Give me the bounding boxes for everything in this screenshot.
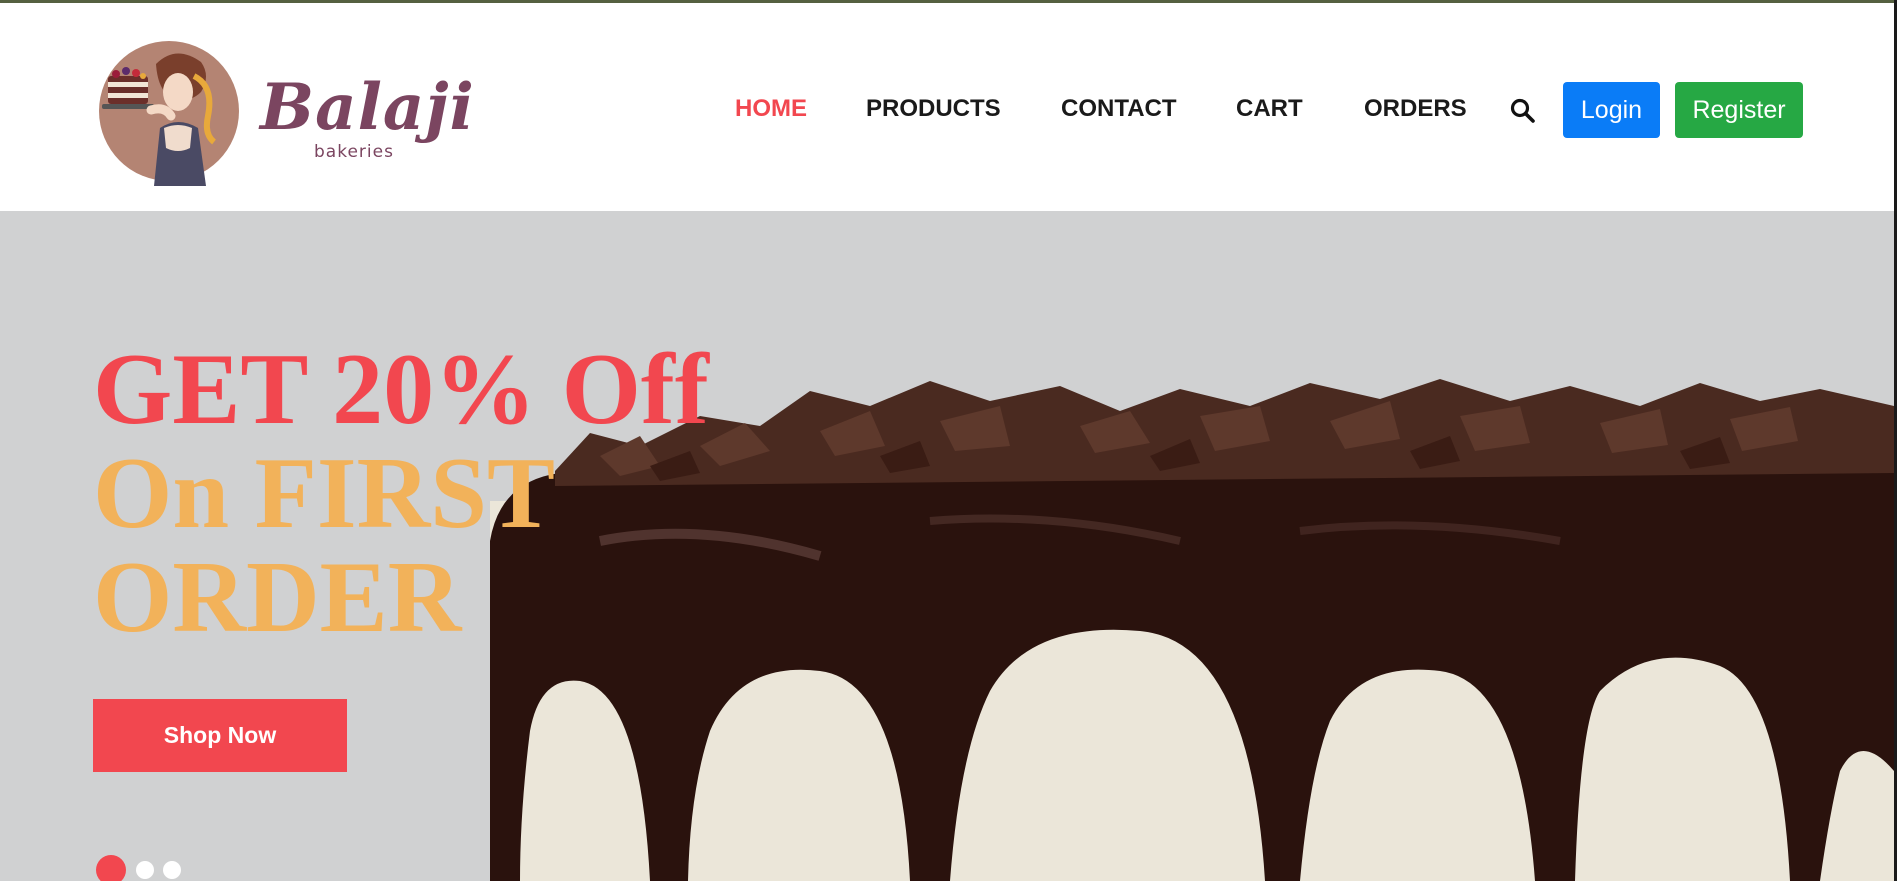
headline-line-1: GET 20% Off: [93, 333, 709, 446]
slide-dot-1[interactable]: [96, 855, 126, 881]
baker-illustration: [99, 41, 239, 186]
nav-item-contact[interactable]: CONTACT: [1061, 95, 1177, 123]
search-icon[interactable]: [1509, 97, 1537, 125]
brand-name: Balaji: [260, 70, 475, 145]
nav-item-home[interactable]: HOME: [735, 95, 807, 123]
hero-banner: GET 20% Off On FIRST ORDER Shop Now: [0, 211, 1894, 881]
nav-item-cart[interactable]: CART: [1236, 95, 1303, 123]
nav-item-products[interactable]: PRODUCTS: [866, 95, 1001, 123]
headline-line-3: ORDER: [93, 541, 462, 654]
brand-logo[interactable]: Balaji bakeries: [96, 36, 474, 186]
nav-item-orders[interactable]: ORDERS: [1364, 95, 1467, 123]
hero-headline: GET 20% Off On FIRST ORDER: [93, 338, 709, 650]
register-button[interactable]: Register: [1675, 82, 1803, 138]
login-button[interactable]: Login: [1563, 82, 1660, 138]
shop-now-button[interactable]: Shop Now: [93, 699, 347, 772]
site-header: Balaji bakeries HOME PRODUCTS CONTACT CA…: [0, 3, 1897, 211]
slide-dot-2[interactable]: [136, 861, 154, 879]
brand-tagline: bakeries: [314, 142, 394, 162]
headline-line-2: On FIRST: [93, 437, 555, 550]
slide-dot-3[interactable]: [163, 861, 181, 879]
